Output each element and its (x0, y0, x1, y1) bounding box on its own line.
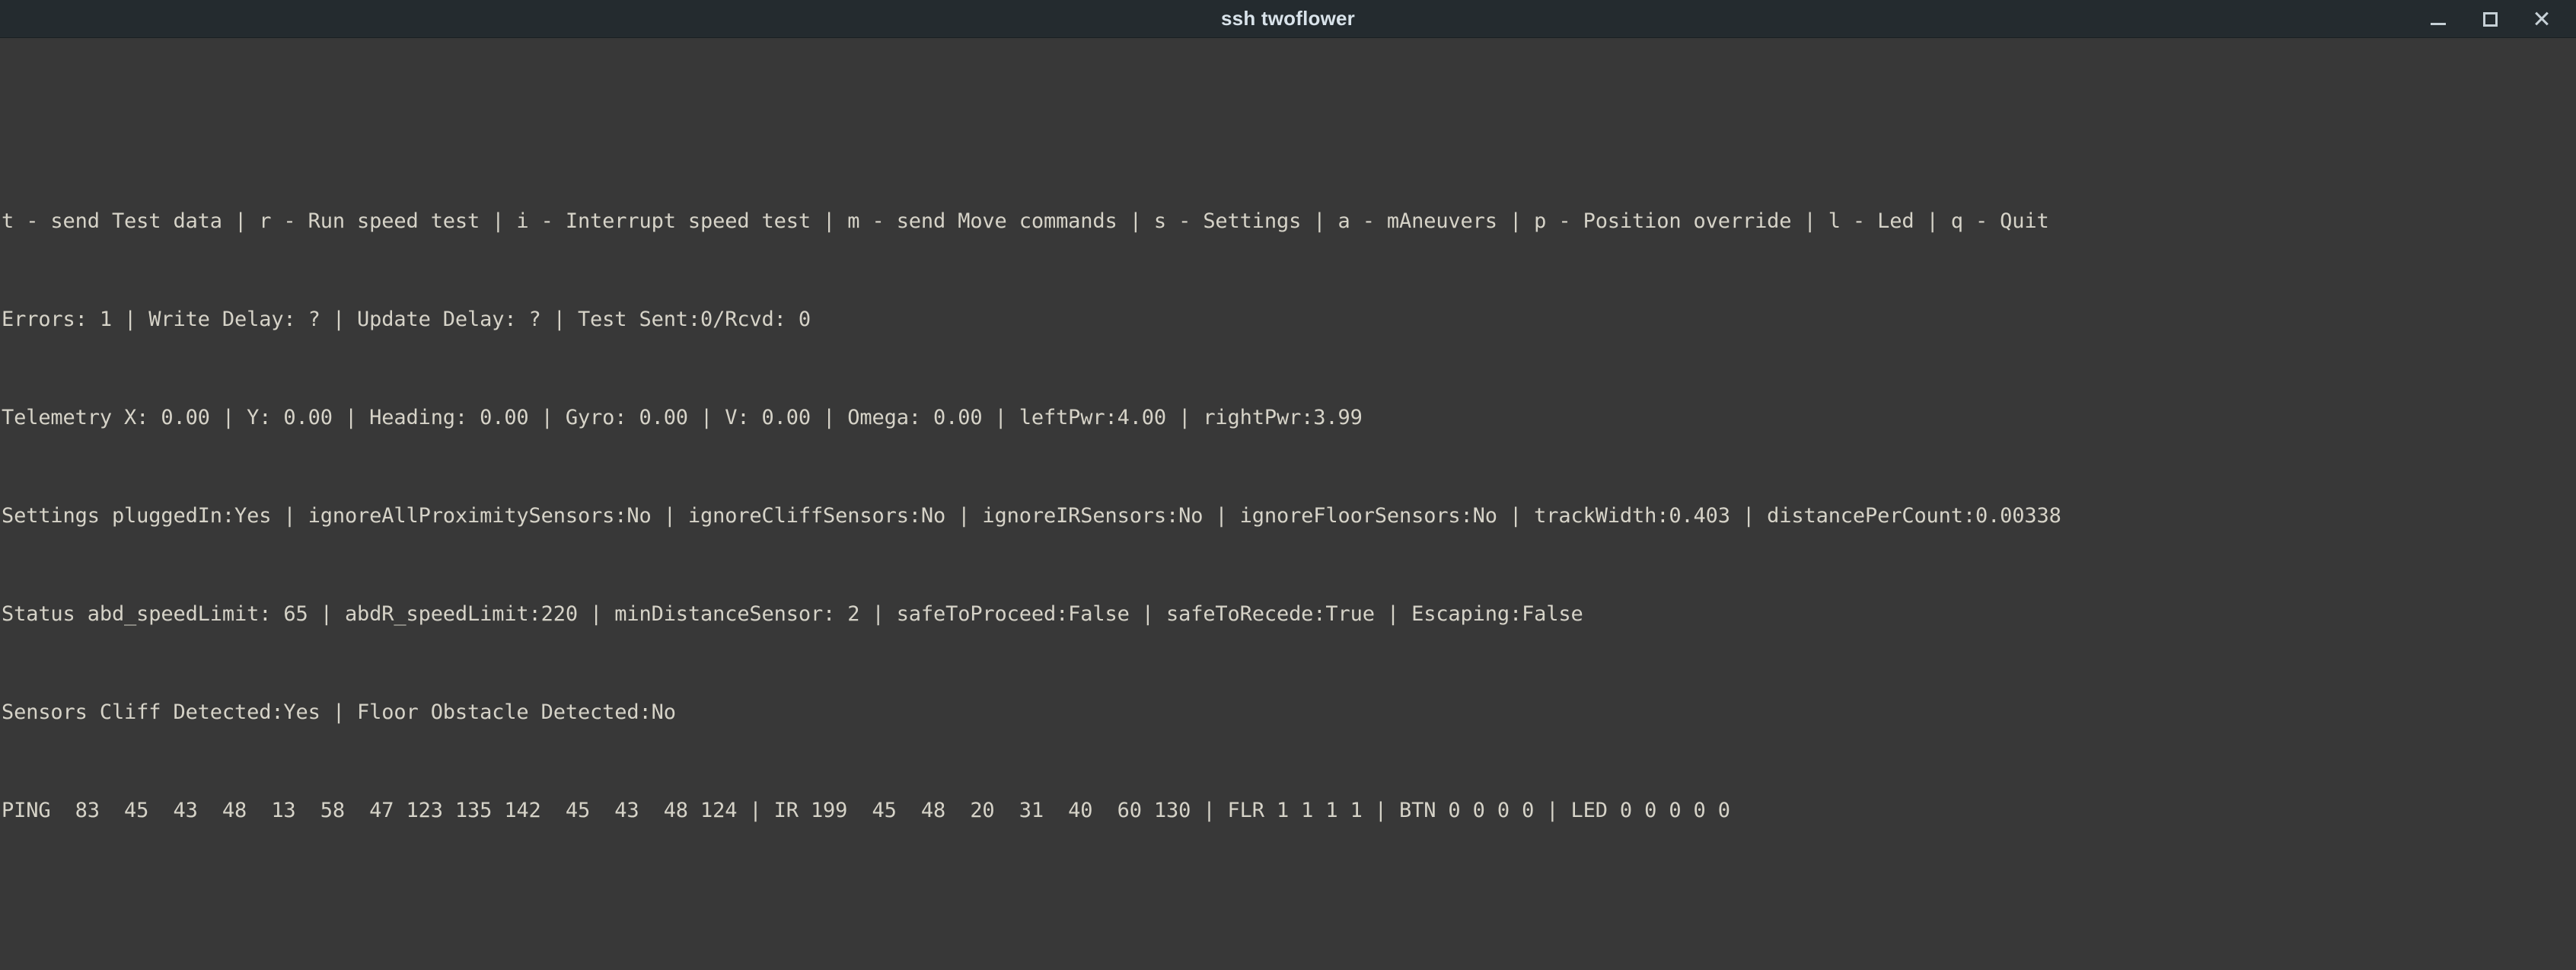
terminal-window: ssh twoflower t - send Test data | r - R… (0, 0, 2576, 970)
maximize-icon (2483, 12, 2498, 27)
window-title: ssh twoflower (1221, 7, 1355, 30)
close-icon (2533, 11, 2550, 27)
status-header: t - send Test data | r - Run speed test … (0, 136, 2576, 892)
minimize-button[interactable] (2427, 8, 2450, 30)
status-line: Status abd_speedLimit: 65 | abdR_speedLi… (2, 598, 2576, 630)
minimize-icon (2431, 23, 2446, 25)
window-controls (2427, 0, 2564, 38)
sensors-line: Sensors Cliff Detected:Yes | Floor Obsta… (2, 696, 2576, 729)
telemetry-line: Telemetry X: 0.00 | Y: 0.00 | Heading: 0… (2, 401, 2576, 434)
errors-line: Errors: 1 | Write Delay: ? | Update Dela… (2, 303, 2576, 336)
ping-line: PING 83 45 43 48 13 58 47 123 135 142 45… (2, 794, 2576, 827)
maximize-button[interactable] (2479, 8, 2501, 30)
title-bar[interactable]: ssh twoflower (0, 0, 2576, 38)
settings-line: Settings pluggedIn:Yes | ignoreAllProxim… (2, 499, 2576, 532)
menu-line: t - send Test data | r - Run speed test … (2, 205, 2576, 238)
terminal-screen[interactable]: t - send Test data | r - Run speed test … (0, 38, 2576, 970)
close-button[interactable] (2530, 8, 2553, 30)
